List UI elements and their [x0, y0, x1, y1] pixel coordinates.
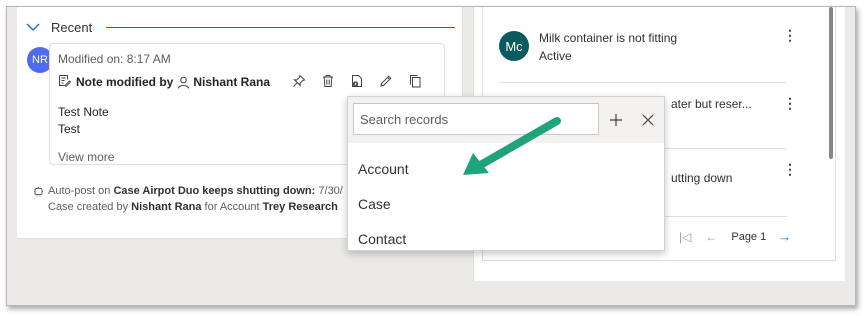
more-options-icon[interactable]: ⋮	[783, 27, 797, 44]
lookup-dropdown: Account Case Contact	[347, 96, 665, 251]
previous-page-icon[interactable]: ←	[705, 230, 717, 244]
recent-label: Recent	[51, 19, 93, 35]
note-actions	[290, 72, 424, 90]
more-options-icon[interactable]: ⋮	[783, 95, 797, 112]
autopost-subject[interactable]: Case Airpot Duo keeps shutting down:	[113, 183, 315, 199]
close-icon[interactable]	[638, 110, 658, 130]
section-divider	[106, 26, 455, 28]
lookup-option-case[interactable]: Case	[358, 196, 391, 212]
lookup-option-contact[interactable]: Contact	[358, 231, 406, 247]
assign-icon[interactable]	[348, 72, 366, 90]
pagination: |◁ ← Page 1 →	[679, 229, 791, 244]
recent-section-header[interactable]: Recent	[25, 17, 455, 37]
delete-icon[interactable]	[319, 72, 337, 90]
autopost-prefix: Auto-post on	[48, 185, 111, 197]
list-item-title[interactable]: ater but reser...	[671, 97, 752, 111]
add-icon[interactable]	[606, 110, 626, 130]
edit-icon[interactable]	[377, 72, 395, 90]
list-item-status: Active	[539, 49, 572, 63]
autopost-entry: Auto-post on Case Airpot Duo keeps shutt…	[33, 183, 343, 215]
lookup-search-bar	[348, 97, 664, 143]
autopost-creator[interactable]: Nishant Rana	[131, 201, 201, 213]
chevron-down-icon[interactable]	[25, 20, 41, 34]
note-title-prefix: Note modified by	[76, 75, 174, 89]
note-body-line: Test	[58, 122, 81, 136]
list-item-title[interactable]: Milk container is not fitting	[539, 31, 677, 45]
note-author: Nishant Rana	[193, 75, 271, 89]
note-icon	[58, 74, 72, 90]
autopost-icon	[33, 186, 44, 197]
lookup-option-account[interactable]: Account	[358, 161, 409, 177]
scrollbar[interactable]	[829, 7, 833, 159]
page-label: Page 1	[731, 230, 767, 243]
view-more-link[interactable]: View more	[58, 150, 114, 164]
note-body: Test Note Test	[58, 104, 109, 138]
modified-on-text: Modified on: 8:17 AM	[58, 52, 171, 66]
autopost-line2-prefix: Case created by	[48, 201, 129, 213]
search-input[interactable]	[353, 103, 599, 135]
app-window: Recent NR Modified on: 8:17 AM Note modi…	[6, 6, 856, 306]
avatar: Mc	[499, 31, 529, 61]
note-title: Note modified by Nishant Rana	[58, 74, 270, 90]
autopost-account[interactable]: Trey Research	[263, 201, 338, 213]
autopost-date: 7/30/	[318, 185, 343, 197]
copy-icon[interactable]	[406, 72, 424, 90]
pin-icon[interactable]	[290, 72, 308, 90]
more-options-icon[interactable]: ⋮	[783, 161, 797, 178]
first-page-icon[interactable]: |◁	[679, 230, 691, 244]
next-page-icon[interactable]: →	[778, 229, 791, 244]
list-item[interactable]: Mc Milk container is not fitting Active	[499, 31, 787, 83]
note-body-line: Test Note	[58, 105, 109, 119]
list-item-title[interactable]: utting down	[671, 171, 732, 185]
autopost-line2-mid: for Account	[204, 201, 260, 213]
person-icon	[177, 76, 190, 89]
